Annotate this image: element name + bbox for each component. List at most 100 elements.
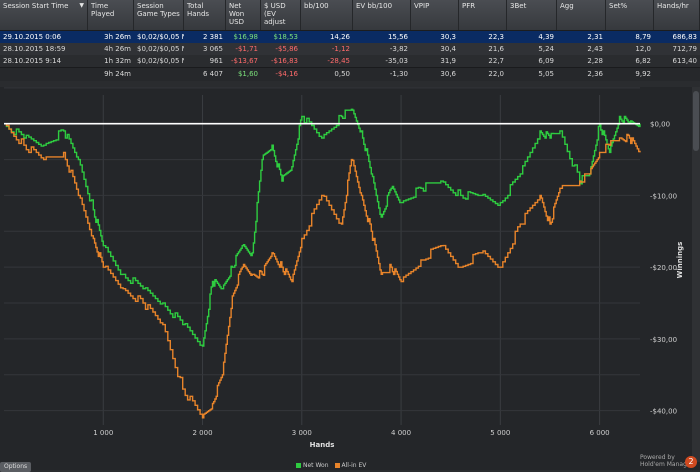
cell-time: 3h 26m — [104, 33, 131, 41]
column-header-label: VPIP — [414, 2, 430, 10]
column-header-agg[interactable]: Agg — [557, 0, 606, 30]
y-tick-label: -$40,00 — [650, 408, 677, 416]
column-header-hands[interactable]: Total Hands — [184, 0, 226, 30]
cell-vpip: 30,6 — [440, 70, 456, 78]
x-axis-label: Hands — [310, 441, 335, 449]
cell-pfr: 22,7 — [488, 57, 504, 65]
cell-hands: 961 — [209, 57, 223, 65]
column-header-evbb[interactable]: EV bb/100 — [353, 0, 411, 30]
cell-bb100: 14,26 — [329, 33, 350, 41]
brand-logo: Powered by Hold'em Manager 2 — [640, 454, 697, 468]
cell-start: 28.10.2015 9:14 — [3, 57, 62, 65]
table-row[interactable]: 29.10.2015 0:06 3h 26m $0,02/$0,05 NL 2 381… — [0, 31, 700, 43]
cell-net: -$13,67 — [230, 57, 258, 65]
column-header-label: bb/100 — [304, 2, 329, 10]
cell-evbb: -3,82 — [389, 45, 408, 53]
y-tick-label: -$10,00 — [650, 192, 677, 200]
column-header-setpct[interactable]: Set% — [606, 0, 654, 30]
column-header-label: Session Start Time — [3, 2, 69, 10]
column-header-label: PFR — [462, 2, 476, 10]
y-axis-label: Winnings — [676, 242, 684, 279]
scrollbar-thumb[interactable] — [693, 91, 699, 151]
chart-legend: Net Won All-in EV — [296, 462, 366, 469]
options-button[interactable]: Options — [0, 462, 32, 472]
cell-games: $0,02/$0,05 NL — [137, 45, 184, 53]
winnings-chart: 1 000 2 000 3 000 4 000 5 000 6 000 $0,00 -$10,… — [0, 87, 700, 470]
cell-handshr: 712,79 — [672, 45, 698, 53]
cell-games: $0,02/$0,05 NL — [137, 33, 184, 41]
cell-hands: 3 065 — [202, 45, 223, 53]
legend-label-all-in-ev: All-in EV — [341, 462, 367, 469]
cell-ev: $18,53 — [273, 33, 299, 41]
cell-start: 29.10.2015 0:06 — [3, 33, 62, 41]
legend-label-net-won: Net Won — [303, 462, 329, 469]
column-header-net[interactable]: Net Won USD — [226, 0, 261, 30]
cell-games — [134, 68, 184, 81]
cell-setpct: 6,82 — [635, 57, 651, 65]
column-header-time[interactable]: Time Played — [88, 0, 134, 30]
column-header-label: Agg — [560, 2, 574, 10]
cell-hands: 2 381 — [202, 33, 223, 41]
cell-setpct: 8,79 — [635, 33, 651, 41]
cell-threebet: 5,24 — [538, 45, 554, 53]
table-body: 29.10.2015 0:06 3h 26m $0,02/$0,05 NL 2 381… — [0, 31, 700, 81]
legend-swatch-net-won — [296, 463, 301, 468]
cell-start — [0, 68, 88, 81]
column-header-label: Set% — [609, 2, 628, 10]
totals-row[interactable]: 9h 24m 6 407 $1,60 -$4,16 0,50 -1,30 30,6 22,0 5… — [0, 67, 700, 81]
cell-time: 9h 24m — [104, 70, 131, 78]
cell-evbb: 15,56 — [387, 33, 408, 41]
x-tick-label: 4 000 — [391, 429, 411, 437]
cell-ev: -$4,16 — [275, 70, 298, 78]
cell-net: -$1,71 — [235, 45, 258, 53]
x-tick-label: 5 000 — [490, 429, 510, 437]
cell-handshr — [654, 68, 700, 81]
cell-vpip: 30,4 — [440, 45, 456, 53]
column-header-pfr[interactable]: PFR — [459, 0, 507, 30]
cell-threebet: 6,09 — [538, 57, 554, 65]
column-header-label: 3Bet — [510, 2, 527, 10]
cell-pfr: 22,0 — [488, 70, 504, 78]
table-header: Session Start Time ▼ Time Played Session Ga… — [0, 0, 700, 31]
column-header-label: Time Played — [91, 2, 115, 18]
cell-setpct: 9,92 — [635, 70, 651, 78]
hm2-logo-icon: 2 — [685, 456, 697, 468]
x-tick-label: 2 000 — [193, 429, 213, 437]
column-header-label: Hands/hr — [657, 2, 689, 10]
column-header-start[interactable]: Session Start Time ▼ — [0, 0, 88, 30]
cell-vpip: 30,3 — [440, 33, 456, 41]
y-tick-label: $0,00 — [650, 121, 670, 129]
chart-scrollbar[interactable] — [692, 87, 700, 462]
cell-bb100: -1,12 — [331, 45, 350, 53]
cell-bb100: -28,45 — [327, 57, 350, 65]
cell-ev: -$16,83 — [270, 57, 298, 65]
column-header-games[interactable]: Session Game Types — [134, 0, 184, 30]
column-header-label: Net Won USD — [229, 2, 245, 26]
cell-evbb: -1,30 — [389, 70, 408, 78]
y-tick-label: -$30,00 — [650, 336, 677, 344]
x-tick-label: 3 000 — [292, 429, 312, 437]
cell-games: $0,02/$0,05 NL — [137, 57, 184, 65]
cell-ev: -$5,86 — [275, 45, 298, 53]
column-header-bb100[interactable]: bb/100 — [301, 0, 353, 30]
cell-agg: 2,28 — [587, 57, 603, 65]
column-header-vpip[interactable]: VPIP — [411, 0, 459, 30]
column-header-handshr[interactable]: Hands/hr — [654, 0, 700, 30]
column-header-label: Session Game Types — [137, 2, 180, 18]
column-header-label: Total Hands — [187, 2, 210, 18]
column-header-ev[interactable]: $ USD (EV adjust — [261, 0, 301, 30]
winnings-chart-svg: 1 000 2 000 3 000 4 000 5 000 6 000 $0,00 -$10,… — [4, 87, 684, 449]
cell-setpct: 12,0 — [635, 45, 651, 53]
sort-desc-icon[interactable]: ▼ — [79, 2, 84, 10]
cell-threebet: 4,39 — [538, 33, 554, 41]
table-row[interactable]: 28.10.2015 9:14 1h 32m $0,02/$0,05 NL 961 -$… — [0, 55, 700, 67]
x-tick-label: 6 000 — [590, 429, 610, 437]
cell-net: $16,98 — [233, 33, 259, 41]
cell-pfr: 22,3 — [488, 33, 504, 41]
legend-swatch-all-in-ev — [334, 463, 340, 468]
cell-evbb: -35,03 — [385, 57, 408, 65]
column-header-threebet[interactable]: 3Bet — [507, 0, 557, 30]
series-line-all-in-ev — [4, 122, 641, 419]
sessions-table: Session Start Time ▼ Time Played Session Ga… — [0, 0, 700, 81]
table-row[interactable]: 28.10.2015 18:59 4h 26m $0,02/$0,05 NL 3 06… — [0, 43, 700, 55]
